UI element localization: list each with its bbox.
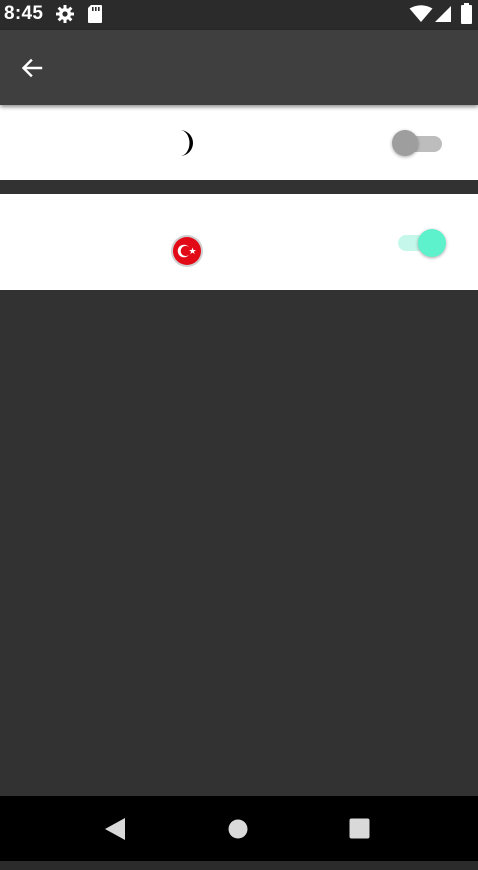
bottom-strip (0, 861, 478, 870)
moon-icon (174, 129, 200, 162)
status-bar: 8:45 (0, 0, 478, 30)
home-circle-icon[interactable] (228, 819, 248, 844)
dark-mode-switch[interactable] (392, 129, 444, 157)
app-bar (0, 30, 478, 105)
wifi-icon (409, 5, 433, 28)
switch-thumb (418, 229, 446, 257)
turkey-flag-icon (170, 234, 204, 273)
recents-square-icon[interactable] (349, 818, 370, 844)
sd-card-icon (87, 4, 103, 29)
language-setting-card (0, 194, 478, 290)
switch-thumb (392, 130, 418, 156)
back-triangle-icon[interactable] (104, 817, 126, 846)
theme-setting-card (0, 105, 478, 180)
navigation-bar (0, 796, 478, 861)
gear-icon (55, 4, 75, 29)
arrow-back-icon (20, 56, 44, 80)
battery-icon (461, 3, 472, 29)
signal-icon (434, 5, 452, 28)
language-switch[interactable] (396, 228, 448, 258)
back-button[interactable] (14, 52, 50, 84)
status-time: 8:45 (4, 3, 44, 24)
